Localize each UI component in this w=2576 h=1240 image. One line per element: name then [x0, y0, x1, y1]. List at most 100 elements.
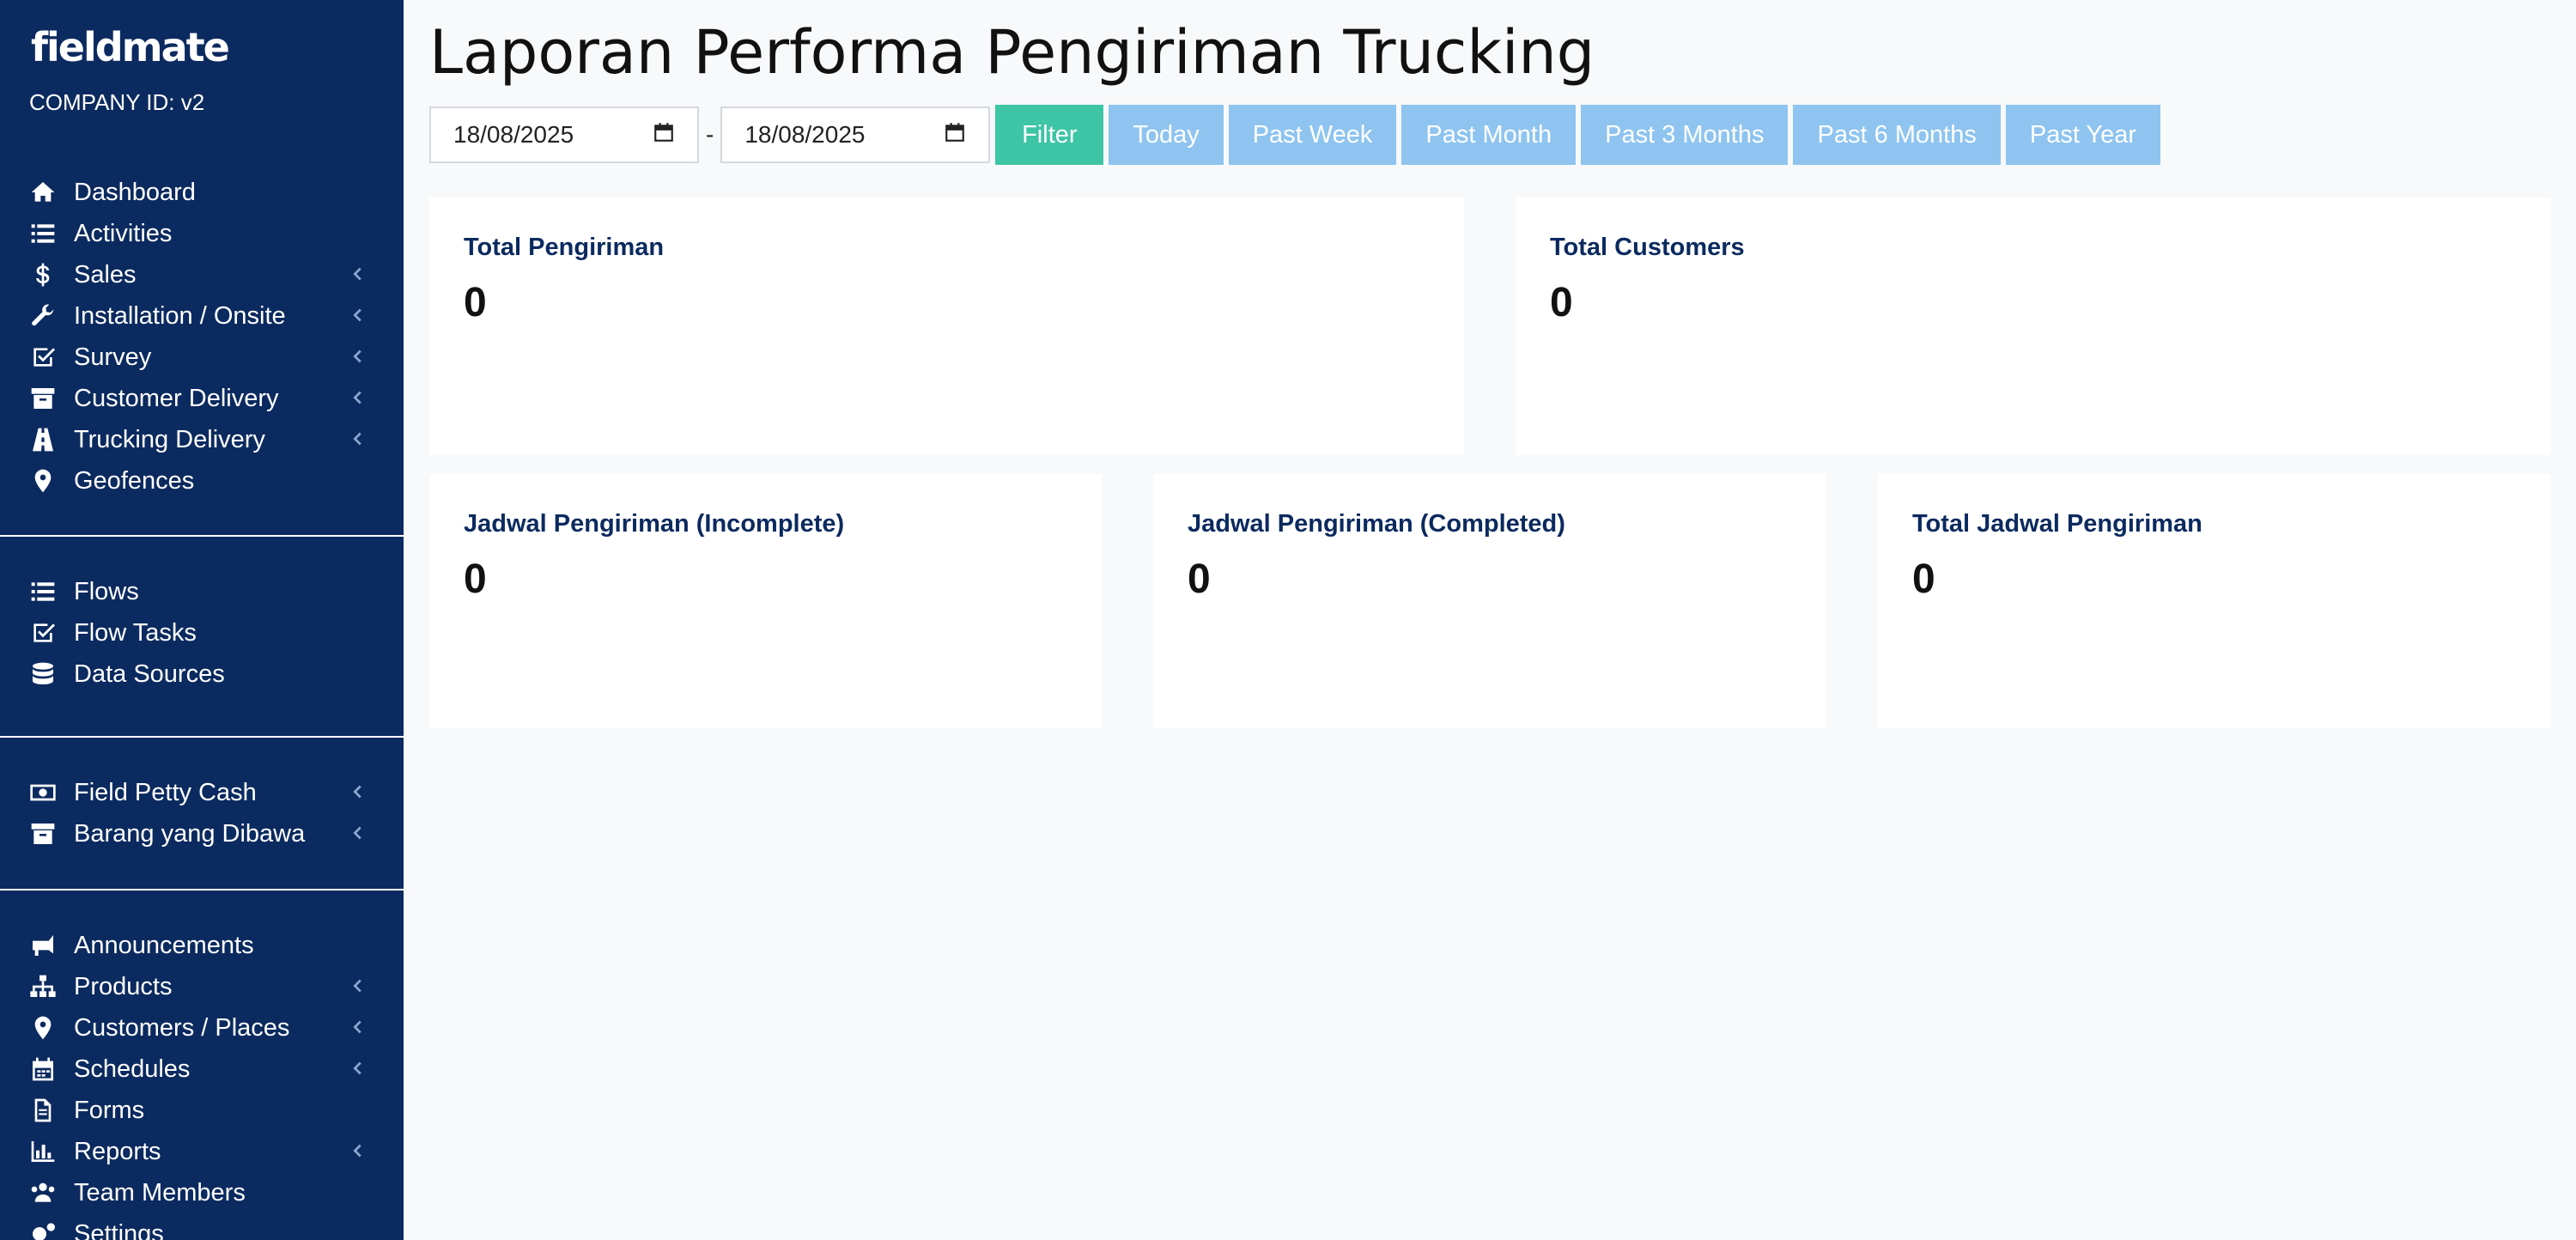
chevron-left-icon [349, 388, 369, 409]
sitemap-icon [27, 971, 58, 1002]
sidebar-item-schedules[interactable]: Schedules [0, 1049, 404, 1090]
sidebar-item-geofences[interactable]: Geofences [0, 460, 404, 501]
range-button-past-week[interactable]: Past Week [1228, 105, 1397, 165]
sidebar-item-label: Customers / Places [74, 1013, 290, 1042]
chevron-left-icon [349, 306, 369, 326]
date-filter-toolbar: 18/08/2025 - 18/08/2025 Filter Today Past… [429, 105, 2161, 165]
card-total-customers: Total Customers 0 [1516, 198, 2550, 455]
bullhorn-icon [27, 930, 58, 961]
chevron-left-icon [349, 1018, 369, 1038]
sidebar-item-label: Announcements [74, 931, 254, 959]
sidebar-item-label: Forms [74, 1096, 145, 1124]
sidebar-item-installation-onsite[interactable]: Installation / Onsite [0, 295, 404, 337]
card-value: 0 [1550, 280, 1573, 325]
range-button-today[interactable]: Today [1109, 105, 1224, 165]
sidebar-item-reports[interactable]: Reports [0, 1131, 404, 1172]
range-button-past-3-months[interactable]: Past 3 Months [1581, 105, 1789, 165]
card-value: 0 [1188, 556, 1211, 602]
calendar-icon [27, 1054, 58, 1085]
calendar-icon[interactable] [653, 121, 675, 149]
range-buttons: Today Past Week Past Month Past 3 Months Pas… [1103, 105, 2161, 165]
chevron-left-icon [349, 347, 369, 368]
date-to-input[interactable]: 18/08/2025 [720, 106, 991, 163]
app-logo[interactable]: fieldmate [31, 24, 230, 70]
map-marker-icon [27, 465, 58, 496]
sidebar-item-customers-places[interactable]: Customers / Places [0, 1007, 404, 1049]
chevron-left-icon [349, 429, 369, 450]
sidebar-item-forms[interactable]: Forms [0, 1090, 404, 1131]
check-square-icon [27, 342, 58, 373]
home-icon [27, 177, 58, 208]
main-content: Laporan Performa Pengiriman Trucking 18/… [404, 0, 2576, 1240]
check-square-icon [27, 617, 58, 648]
sidebar-item-label: Barang yang Dibawa [74, 819, 306, 848]
chevron-left-icon [349, 1141, 369, 1162]
sidebar-item-survey[interactable]: Survey [0, 337, 404, 378]
card-title: Jadwal Pengiriman (Completed) [1188, 510, 1565, 538]
chevron-left-icon [349, 824, 369, 844]
range-button-past-year[interactable]: Past Year [2005, 105, 2161, 165]
chevron-left-icon [349, 264, 369, 285]
list-icon [27, 576, 58, 607]
range-button-past-6-months[interactable]: Past 6 Months [1793, 105, 2001, 165]
sidebar-item-activities[interactable]: Activities [0, 213, 404, 254]
sidebar-item-flow-tasks[interactable]: Flow Tasks [0, 612, 404, 653]
card-value: 0 [1912, 556, 1935, 602]
sidebar-group-cash: Field Petty Cash Barang yang Dibawa [0, 772, 404, 854]
card-jadwal-completed: Jadwal Pengiriman (Completed) 0 [1153, 474, 1826, 728]
wrench-icon [27, 301, 58, 331]
sidebar-item-dashboard[interactable]: Dashboard [0, 172, 404, 213]
card-jadwal-incomplete: Jadwal Pengiriman (Incomplete) 0 [429, 474, 1102, 728]
card-title: Total Jadwal Pengiriman [1912, 510, 2202, 538]
users-icon [27, 1177, 58, 1208]
sidebar-group-flows: Flows Flow Tasks Data Sources [0, 571, 404, 695]
sidebar-item-label: Flows [74, 577, 139, 605]
sidebar-item-team-members[interactable]: Team Members [0, 1172, 404, 1213]
sidebar-item-label: Products [74, 972, 173, 1000]
sidebar-divider [0, 736, 404, 738]
date-from-value: 18/08/2025 [453, 121, 574, 148]
money-icon [27, 777, 58, 808]
sidebar-item-customer-delivery[interactable]: Customer Delivery [0, 378, 404, 419]
sidebar-item-label: Field Petty Cash [74, 778, 257, 806]
dollar-icon [27, 259, 58, 290]
sidebar-item-label: Reports [74, 1137, 161, 1165]
card-title: Total Customers [1550, 234, 1745, 261]
sidebar-item-field-petty-cash[interactable]: Field Petty Cash [0, 772, 404, 813]
road-icon [27, 424, 58, 455]
sidebar-item-label: Flow Tasks [74, 618, 197, 647]
file-icon [27, 1095, 58, 1126]
filter-button[interactable]: Filter [995, 105, 1104, 165]
range-button-past-month[interactable]: Past Month [1401, 105, 1577, 165]
sidebar-item-label: Trucking Delivery [74, 425, 265, 453]
map-marker-icon [27, 1012, 58, 1043]
sidebar-item-label: Data Sources [74, 660, 225, 688]
sidebar-item-settings[interactable]: Settings [0, 1213, 404, 1240]
sidebar-item-label: Settings [74, 1219, 164, 1240]
sidebar-item-trucking-delivery[interactable]: Trucking Delivery [0, 419, 404, 460]
sidebar-divider [0, 535, 404, 537]
database-icon [27, 659, 58, 690]
sidebar-item-barang-yang-dibawa[interactable]: Barang yang Dibawa [0, 813, 404, 854]
sidebar-item-sales[interactable]: Sales [0, 254, 404, 295]
calendar-icon[interactable] [944, 121, 966, 149]
sidebar-item-products[interactable]: Products [0, 966, 404, 1007]
card-total-pengiriman: Total Pengiriman 0 [429, 198, 1464, 455]
sidebar-divider [0, 889, 404, 890]
sidebar-item-label: Dashboard [74, 178, 196, 206]
sidebar-item-flows[interactable]: Flows [0, 571, 404, 612]
card-title: Total Pengiriman [464, 234, 665, 261]
card-total-jadwal: Total Jadwal Pengiriman 0 [1878, 474, 2550, 728]
list-icon [27, 218, 58, 249]
archive-icon [27, 818, 58, 849]
sidebar-group-admin: Announcements Products Customers / Places S… [0, 925, 404, 1240]
date-to-value: 18/08/2025 [744, 121, 866, 148]
chevron-left-icon [349, 1059, 369, 1079]
page-title: Laporan Performa Pengiriman Trucking [429, 17, 1595, 88]
sidebar-item-announcements[interactable]: Announcements [0, 925, 404, 966]
chevron-left-icon [349, 782, 369, 803]
sidebar-item-data-sources[interactable]: Data Sources [0, 653, 404, 695]
date-from-input[interactable]: 18/08/2025 [429, 106, 699, 163]
chevron-left-icon [349, 976, 369, 997]
sidebar-item-label: Installation / Onsite [74, 301, 286, 330]
